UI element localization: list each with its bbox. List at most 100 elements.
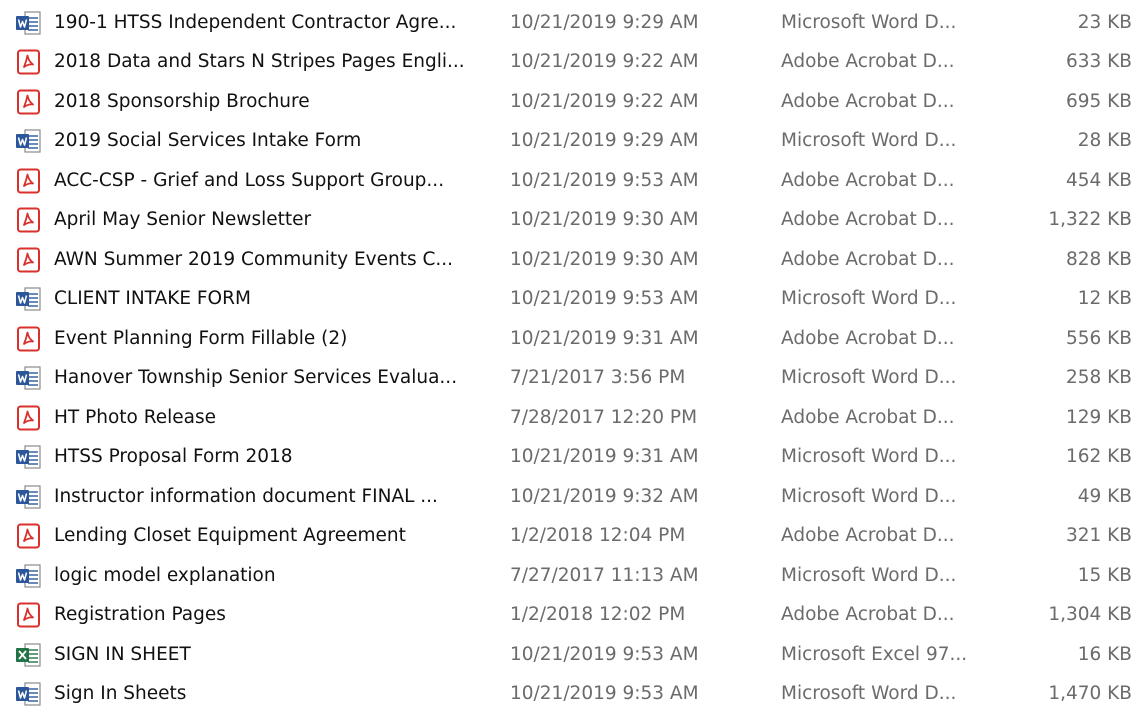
- file-size: 556 KB: [1012, 327, 1132, 351]
- file-size: 16 KB: [1012, 643, 1132, 667]
- file-row[interactable]: ACC-CSP - Grief and Loss Support Group..…: [0, 161, 1138, 201]
- file-row[interactable]: HTSS Proposal Form 2018 10/21/2019 9:31 A…: [0, 438, 1138, 478]
- word-doc-icon: [14, 286, 42, 312]
- file-size: 162 KB: [1012, 445, 1132, 469]
- file-size: 1,304 KB: [1012, 603, 1132, 627]
- file-name: 190-1 HTSS Independent Contractor Agre..…: [54, 11, 494, 35]
- file-row[interactable]: CLIENT INTAKE FORM 10/21/2019 9:53 AM Micr…: [0, 280, 1138, 320]
- file-name: April May Senior Newsletter: [54, 208, 494, 232]
- file-type: Microsoft Word D...: [781, 445, 1001, 469]
- word-doc-icon: [14, 128, 42, 154]
- file-date-modified: 7/27/2017 11:13 AM: [510, 564, 760, 588]
- file-size: 321 KB: [1012, 524, 1132, 548]
- file-name: Registration Pages: [54, 603, 494, 627]
- file-size: 12 KB: [1012, 287, 1132, 311]
- pdf-doc-icon: [14, 49, 42, 75]
- file-name: SIGN IN SHEET: [54, 643, 494, 667]
- file-row[interactable]: logic model explanation 7/27/2017 11:13 A…: [0, 556, 1138, 596]
- file-size: 695 KB: [1012, 90, 1132, 114]
- file-name: Event Planning Form Fillable (2): [54, 327, 494, 351]
- file-row[interactable]: April May Senior Newsletter 10/21/2019 9:…: [0, 201, 1138, 241]
- file-size: 28 KB: [1012, 129, 1132, 153]
- file-date-modified: 10/21/2019 9:31 AM: [510, 327, 760, 351]
- file-type: Adobe Acrobat D...: [781, 90, 1001, 114]
- file-date-modified: 1/2/2018 12:04 PM: [510, 524, 760, 548]
- pdf-doc-icon: [14, 523, 42, 549]
- file-name: Instructor information document FINAL ..…: [54, 485, 494, 509]
- file-name: HT Photo Release: [54, 406, 494, 430]
- file-name: Hanover Township Senior Services Evalua.…: [54, 366, 494, 390]
- file-date-modified: 10/21/2019 9:53 AM: [510, 287, 760, 311]
- file-size: 633 KB: [1012, 50, 1132, 74]
- file-size: 23 KB: [1012, 11, 1132, 35]
- file-name: AWN Summer 2019 Community Events C...: [54, 248, 494, 272]
- pdf-doc-icon: [14, 168, 42, 194]
- file-size: 49 KB: [1012, 485, 1132, 509]
- file-row[interactable]: 2019 Social Services Intake Form 10/21/20…: [0, 122, 1138, 162]
- excel-doc-icon: [14, 642, 42, 668]
- file-date-modified: 10/21/2019 9:30 AM: [510, 208, 760, 232]
- file-date-modified: 7/28/2017 12:20 PM: [510, 406, 760, 430]
- file-name: 2018 Data and Stars N Stripes Pages Engl…: [54, 50, 494, 74]
- file-date-modified: 10/21/2019 9:53 AM: [510, 169, 760, 193]
- file-date-modified: 1/2/2018 12:02 PM: [510, 603, 760, 627]
- file-type: Microsoft Word D...: [781, 129, 1001, 153]
- file-row[interactable]: Registration Pages1/2/2018 12:02 PMAdobe…: [0, 596, 1138, 636]
- file-type: Microsoft Word D...: [781, 682, 1001, 706]
- file-row[interactable]: 2018 Data and Stars N Stripes Pages Engl…: [0, 43, 1138, 83]
- file-date-modified: 10/21/2019 9:22 AM: [510, 90, 760, 114]
- file-name: logic model explanation: [54, 564, 494, 588]
- file-date-modified: 10/21/2019 9:29 AM: [510, 129, 760, 153]
- file-row[interactable]: Instructor information document FINAL ..…: [0, 477, 1138, 517]
- file-type: Adobe Acrobat D...: [781, 169, 1001, 193]
- file-row[interactable]: 2018 Sponsorship Brochure10/21/2019 9:22…: [0, 82, 1138, 122]
- word-doc-icon: [14, 10, 42, 36]
- file-type: Adobe Acrobat D...: [781, 406, 1001, 430]
- file-size: 454 KB: [1012, 169, 1132, 193]
- file-size: 258 KB: [1012, 366, 1132, 390]
- file-name: HTSS Proposal Form 2018: [54, 445, 494, 469]
- file-row[interactable]: Lending Closet Equipment Agreement 1/2/20…: [0, 517, 1138, 557]
- file-row[interactable]: HT Photo Release 7/28/2017 12:20 PM Adobe …: [0, 398, 1138, 438]
- file-date-modified: 10/21/2019 9:53 AM: [510, 643, 760, 667]
- file-name: 2019 Social Services Intake Form: [54, 129, 494, 153]
- pdf-doc-icon: [14, 89, 42, 115]
- file-row[interactable]: 190-1 HTSS Independent Contractor Agre..…: [0, 3, 1138, 43]
- word-doc-icon: [14, 444, 42, 470]
- file-date-modified: 10/21/2019 9:53 AM: [510, 682, 760, 706]
- file-type: Microsoft Word D...: [781, 287, 1001, 311]
- word-doc-icon: [14, 484, 42, 510]
- file-date-modified: 10/21/2019 9:29 AM: [510, 11, 760, 35]
- pdf-doc-icon: [14, 207, 42, 233]
- file-type: Microsoft Word D...: [781, 11, 1001, 35]
- file-row[interactable]: Sign In Sheets10/21/2019 9:53 AMMicrosof…: [0, 675, 1138, 714]
- word-doc-icon: [14, 681, 42, 707]
- file-size: 129 KB: [1012, 406, 1132, 430]
- file-row[interactable]: Hanover Township Senior Services Evalua.…: [0, 359, 1138, 399]
- file-type: Adobe Acrobat D...: [781, 327, 1001, 351]
- file-type: Microsoft Word D...: [781, 564, 1001, 588]
- file-date-modified: 10/21/2019 9:22 AM: [510, 50, 760, 74]
- file-row[interactable]: Event Planning Form Fillable (2) 10/21/20…: [0, 319, 1138, 359]
- pdf-doc-icon: [14, 326, 42, 352]
- file-row[interactable]: SIGN IN SHEET10/21/2019 9:53 AMMicrosoft…: [0, 635, 1138, 675]
- file-name: ACC-CSP - Grief and Loss Support Group..…: [54, 169, 494, 193]
- file-date-modified: 10/21/2019 9:31 AM: [510, 445, 760, 469]
- file-type: Adobe Acrobat D...: [781, 248, 1001, 272]
- file-name: Lending Closet Equipment Agreement: [54, 524, 494, 548]
- file-date-modified: 10/21/2019 9:32 AM: [510, 485, 760, 509]
- file-size: 1,322 KB: [1012, 208, 1132, 232]
- file-name: CLIENT INTAKE FORM: [54, 287, 494, 311]
- word-doc-icon: [14, 365, 42, 391]
- pdf-doc-icon: [14, 602, 42, 628]
- pdf-doc-icon: [14, 405, 42, 431]
- file-row[interactable]: AWN Summer 2019 Community Events C... 10/…: [0, 240, 1138, 280]
- pdf-doc-icon: [14, 247, 42, 273]
- file-type: Adobe Acrobat D...: [781, 524, 1001, 548]
- word-doc-icon: [14, 563, 42, 589]
- file-type: Microsoft Word D...: [781, 485, 1001, 509]
- file-size: 828 KB: [1012, 248, 1132, 272]
- file-date-modified: 10/21/2019 9:30 AM: [510, 248, 760, 272]
- file-list: 190-1 HTSS Independent Contractor Agre..…: [0, 0, 1138, 710]
- file-date-modified: 7/21/2017 3:56 PM: [510, 366, 760, 390]
